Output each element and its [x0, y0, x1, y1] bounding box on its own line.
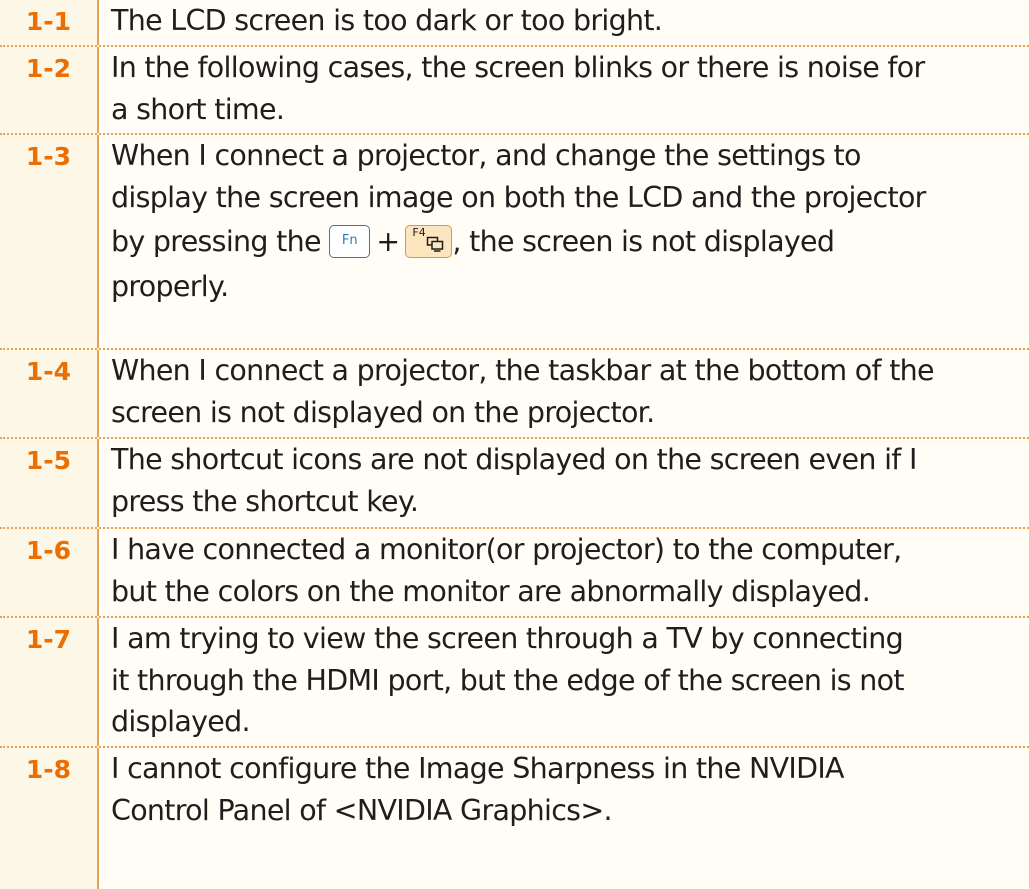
faq-item[interactable]: 1-5 The shortcut icons are not displayed… [0, 439, 1029, 529]
faq-item-text[interactable]: The shortcut icons are not displayed on … [97, 439, 1029, 527]
faq-item[interactable]: 1-8 I cannot configure the Image Sharpne… [0, 748, 1029, 889]
faq-item-line: When I connect a projector, and change t… [111, 139, 861, 172]
display-switch-icon [427, 236, 444, 252]
faq-item[interactable]: 1-3 When I connect a projector, and chan… [0, 135, 1029, 350]
faq-item[interactable]: 1-1 The LCD screen is too dark or too br… [0, 0, 1029, 47]
faq-item-line: properly. [111, 270, 229, 303]
faq-item-line: displayed. [111, 705, 251, 738]
faq-item-line: I have connected a monitor(or projector)… [111, 533, 902, 566]
faq-item-text[interactable]: I am trying to view the screen through a… [97, 618, 1029, 746]
plus-sign: + [376, 225, 400, 258]
faq-item-line: I am trying to view the screen through a… [111, 622, 904, 655]
faq-item-number: 1-4 [0, 350, 97, 437]
faq-item-line: display the screen image on both the LCD… [111, 180, 926, 214]
faq-item-line: screen is not displayed on the projector… [111, 395, 655, 429]
faq-item-number: 1-1 [0, 0, 97, 45]
faq-item-text[interactable]: When I connect a projector, the taskbar … [97, 350, 1029, 437]
f4-key-label: F4 [412, 225, 426, 239]
faq-item-line: The LCD screen is too dark or too bright… [111, 4, 663, 37]
faq-item-number: 1-5 [0, 439, 97, 527]
faq-item-number: 1-8 [0, 748, 97, 889]
faq-item-line: a short time. [111, 92, 285, 126]
faq-item-line: The shortcut icons are not displayed on … [111, 443, 917, 476]
faq-item-line: Control Panel of <NVIDIA Graphics>. [111, 793, 613, 827]
faq-item[interactable]: 1-7 I am trying to view the screen throu… [0, 618, 1029, 748]
fn-key: Fn [329, 224, 371, 258]
faq-item-key-line: by pressing the Fn + F4 , the screen is not… [111, 218, 1029, 266]
faq-item-number: 1-6 [0, 529, 97, 616]
faq-item-number: 1-7 [0, 618, 97, 746]
faq-item-text[interactable]: In the following cases, the screen blink… [97, 47, 1029, 133]
faq-item-line: it through the HDMI port, but the edge o… [111, 663, 905, 697]
faq-table: 1-1 The LCD screen is too dark or too br… [0, 0, 1029, 889]
faq-item-line: In the following cases, the screen blink… [111, 51, 925, 84]
faq-item[interactable]: 1-4 When I connect a projector, the task… [0, 350, 1029, 439]
faq-item[interactable]: 1-2 In the following cases, the screen b… [0, 47, 1029, 135]
faq-item-line-part: , the screen is not displayed [452, 225, 835, 258]
f4-key: F4 [405, 224, 453, 258]
faq-item-line: but the colors on the monitor are abnorm… [111, 574, 871, 608]
faq-item-text[interactable]: The LCD screen is too dark or too bright… [97, 0, 1029, 45]
faq-item[interactable]: 1-6 I have connected a monitor(or projec… [0, 529, 1029, 618]
faq-item-line: press the shortcut key. [111, 484, 419, 518]
faq-item-line: When I connect a projector, the taskbar … [111, 354, 935, 387]
faq-item-number: 1-3 [0, 135, 97, 348]
faq-item-number: 1-2 [0, 47, 97, 133]
faq-item-text[interactable]: I cannot configure the Image Sharpness i… [97, 748, 1029, 889]
faq-item-line-part: by pressing the [111, 225, 322, 258]
faq-item-text[interactable]: When I connect a projector, and change t… [97, 135, 1029, 348]
faq-item-line: I cannot configure the Image Sharpness i… [111, 752, 845, 785]
faq-item-text[interactable]: I have connected a monitor(or projector)… [97, 529, 1029, 616]
